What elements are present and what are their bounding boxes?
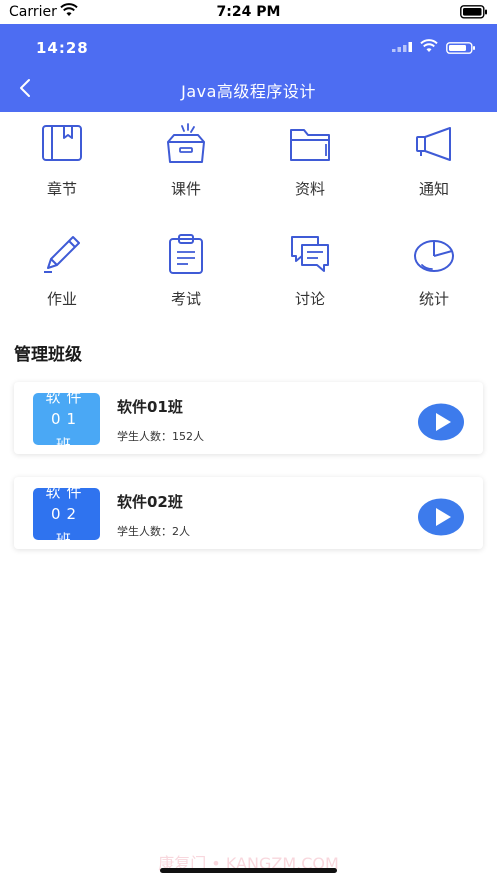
pencil-icon — [44, 236, 80, 273]
app-header: 14:28 Java高级程序设计 — [0, 24, 497, 112]
play-button-icon[interactable] — [418, 403, 464, 441]
class-card[interactable]: 软件 01 班 软件01班 学生人数：152人 — [14, 382, 483, 454]
pie-chart-icon — [414, 240, 454, 272]
section-title: 管理班级 — [14, 345, 82, 365]
cellular-signal-icon — [392, 42, 412, 52]
grid-item-discussion[interactable]: 讨论 — [248, 224, 372, 324]
thumb-text: 软件 — [45, 488, 88, 501]
grid-label: 资料 — [294, 180, 325, 198]
ios-clock: 7:24 PM — [216, 4, 281, 20]
grid-label: 作业 — [46, 290, 77, 308]
grid-item-notices[interactable]: 通知 — [372, 114, 496, 214]
student-count-label: 学生人数： — [117, 430, 172, 443]
ios-status-bar: Carrier 7:24 PM — [0, 0, 497, 24]
class-card[interactable]: 软件 02 班 软件02班 学生人数：2人 — [14, 477, 483, 549]
grid-item-exams[interactable]: 考试 — [124, 224, 248, 324]
grid-item-materials[interactable]: 资料 — [248, 114, 372, 214]
grid-label: 章节 — [46, 180, 77, 198]
book-icon — [42, 125, 82, 161]
grid-item-chapters[interactable]: 章节 — [0, 114, 124, 214]
thumb-text: 01 — [50, 410, 83, 428]
grid-label: 通知 — [418, 180, 449, 198]
student-count-value: 152人 — [172, 430, 204, 443]
grid-label: 课件 — [170, 180, 201, 198]
chat-bubbles-icon — [291, 236, 329, 272]
page-title: Java高级程序设计 — [181, 82, 316, 101]
grid-label: 讨论 — [294, 290, 325, 308]
thumb-text: 班 — [55, 436, 77, 445]
home-indicator — [160, 868, 337, 873]
student-count-label: 学生人数： — [117, 525, 172, 538]
class-name: 软件02班 — [117, 493, 183, 511]
wifi-icon — [420, 39, 438, 52]
class-name: 软件01班 — [117, 398, 183, 416]
student-count-value: 2人 — [172, 525, 190, 538]
thumb-text: 班 — [55, 531, 77, 540]
student-count: 学生人数：152人 — [117, 428, 204, 444]
grid-label: 考试 — [170, 290, 201, 308]
clipboard-icon — [169, 234, 203, 274]
folder-icon — [290, 129, 330, 161]
class-thumbnail: 软件 01 班 — [33, 393, 100, 445]
grid-item-statistics[interactable]: 统计 — [372, 224, 496, 324]
battery-icon — [446, 42, 475, 54]
battery-icon — [460, 5, 487, 19]
megaphone-icon — [416, 127, 451, 161]
class-thumbnail: 软件 02 班 — [33, 488, 100, 540]
grid-label: 统计 — [418, 290, 449, 308]
student-count: 学生人数：2人 — [117, 523, 190, 539]
thumb-text: 软件 — [45, 393, 88, 406]
play-button-icon[interactable] — [418, 498, 464, 536]
grid-item-homework[interactable]: 作业 — [0, 224, 124, 324]
grid-item-courseware[interactable]: 课件 — [124, 114, 248, 214]
thumb-text: 02 — [50, 505, 83, 523]
inner-status-time: 14:28 — [36, 39, 89, 57]
open-box-icon — [167, 123, 205, 163]
